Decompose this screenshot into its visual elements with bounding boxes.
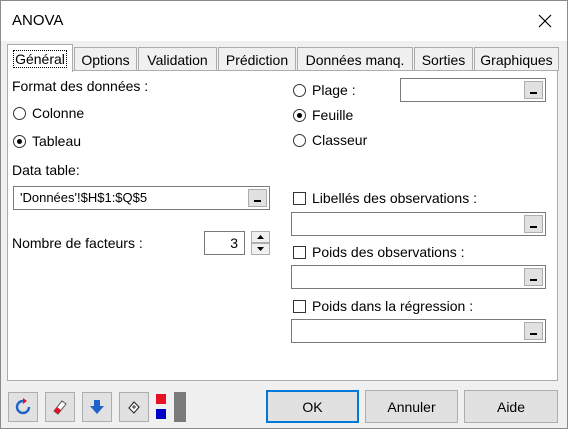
stepper-down-button[interactable] (251, 243, 270, 255)
eraser-button[interactable] (45, 392, 75, 422)
radio-column-label: Colonne (32, 105, 85, 121)
radio-workbook[interactable]: Classeur (293, 132, 367, 148)
close-button[interactable] (523, 1, 567, 41)
radio-range[interactable]: Plage : (293, 82, 356, 98)
reg-weights-label: Poids dans la régression : (312, 298, 474, 314)
obs-weights-checkbox[interactable]: Poids des observations : (293, 244, 465, 260)
factors-input[interactable]: 3 (204, 231, 245, 255)
reset-button[interactable] (8, 392, 38, 422)
radio-table-dot[interactable] (13, 134, 26, 148)
help-cursor-icon (128, 401, 140, 414)
factors-label: Nombre de facteurs : (12, 235, 143, 251)
reg-weights-box[interactable] (293, 299, 306, 313)
tab-strip: Général Options Validation Prédiction Do… (7, 44, 563, 72)
data-format-label: Format des données : (12, 78, 149, 94)
radio-sheet[interactable]: Feuille (293, 107, 353, 123)
radio-column[interactable]: Colonne (13, 105, 84, 121)
triangle-down-icon (257, 247, 264, 251)
color-bar (174, 392, 186, 422)
reg-weights-checkbox[interactable]: Poids dans la régression : (293, 298, 473, 314)
data-table-select-button[interactable] (248, 189, 267, 207)
radio-table-label: Tableau (32, 133, 82, 149)
help-button[interactable]: Aide (464, 390, 558, 423)
obs-weights-input[interactable] (291, 265, 546, 289)
obs-weights-select-button[interactable] (524, 268, 543, 286)
download-button[interactable] (82, 392, 112, 422)
close-icon (538, 14, 552, 28)
window-title: ANOVA (12, 12, 64, 29)
tab-missing-data[interactable]: Données manq. (297, 47, 413, 71)
download-icon (90, 400, 104, 414)
help-cursor-button[interactable] (119, 392, 149, 422)
obs-weights-label: Poids des observations : (312, 244, 465, 260)
obs-labels-checkbox[interactable]: Libellés des observations : (293, 190, 477, 206)
tab-charts[interactable]: Graphiques (474, 47, 559, 71)
color-swatch-icon[interactable] (153, 392, 169, 422)
range-select-button[interactable] (524, 81, 543, 99)
title-bar: ANOVA (1, 1, 567, 41)
red-swatch (156, 394, 166, 404)
radio-sheet-label: Feuille (312, 107, 354, 123)
triangle-up-icon (257, 235, 264, 239)
eraser-icon (53, 400, 67, 415)
reg-weights-select-button[interactable] (524, 322, 543, 340)
data-table-label: Data table: (12, 162, 80, 178)
radio-column-dot[interactable] (13, 106, 26, 120)
radio-workbook-dot[interactable] (293, 133, 306, 147)
ok-button[interactable]: OK (266, 390, 359, 423)
obs-weights-box[interactable] (293, 245, 306, 259)
obs-labels-label: Libellés des observations : (312, 190, 477, 206)
obs-labels-input[interactable] (291, 212, 546, 236)
radio-sheet-dot[interactable] (293, 108, 306, 122)
radio-table[interactable]: Tableau (13, 133, 81, 149)
obs-labels-box[interactable] (293, 191, 306, 205)
tab-outputs[interactable]: Sorties (414, 47, 473, 71)
data-table-input[interactable]: 'Données'!$H$1:$Q$5 (13, 186, 270, 210)
tab-validation[interactable]: Validation (138, 47, 217, 71)
stepper-up-button[interactable] (251, 231, 270, 243)
tab-options[interactable]: Options (74, 47, 137, 71)
reset-icon (15, 398, 31, 415)
cancel-button[interactable]: Annuler (365, 390, 458, 423)
tab-prediction[interactable]: Prédiction (218, 47, 296, 71)
tab-general[interactable]: Général (7, 44, 73, 72)
data-table-value: 'Données'!$H$1:$Q$5 (20, 190, 148, 205)
radio-range-dot[interactable] (293, 83, 306, 97)
radio-workbook-label: Classeur (312, 132, 368, 148)
reg-weights-input[interactable] (291, 319, 546, 343)
anova-dialog: ANOVA Général Options Validation Prédict… (0, 0, 568, 429)
obs-labels-select-button[interactable] (524, 215, 543, 233)
blue-swatch (156, 409, 166, 419)
range-input[interactable] (400, 78, 546, 102)
radio-range-label: Plage : (312, 82, 356, 98)
factors-stepper[interactable] (251, 231, 270, 255)
